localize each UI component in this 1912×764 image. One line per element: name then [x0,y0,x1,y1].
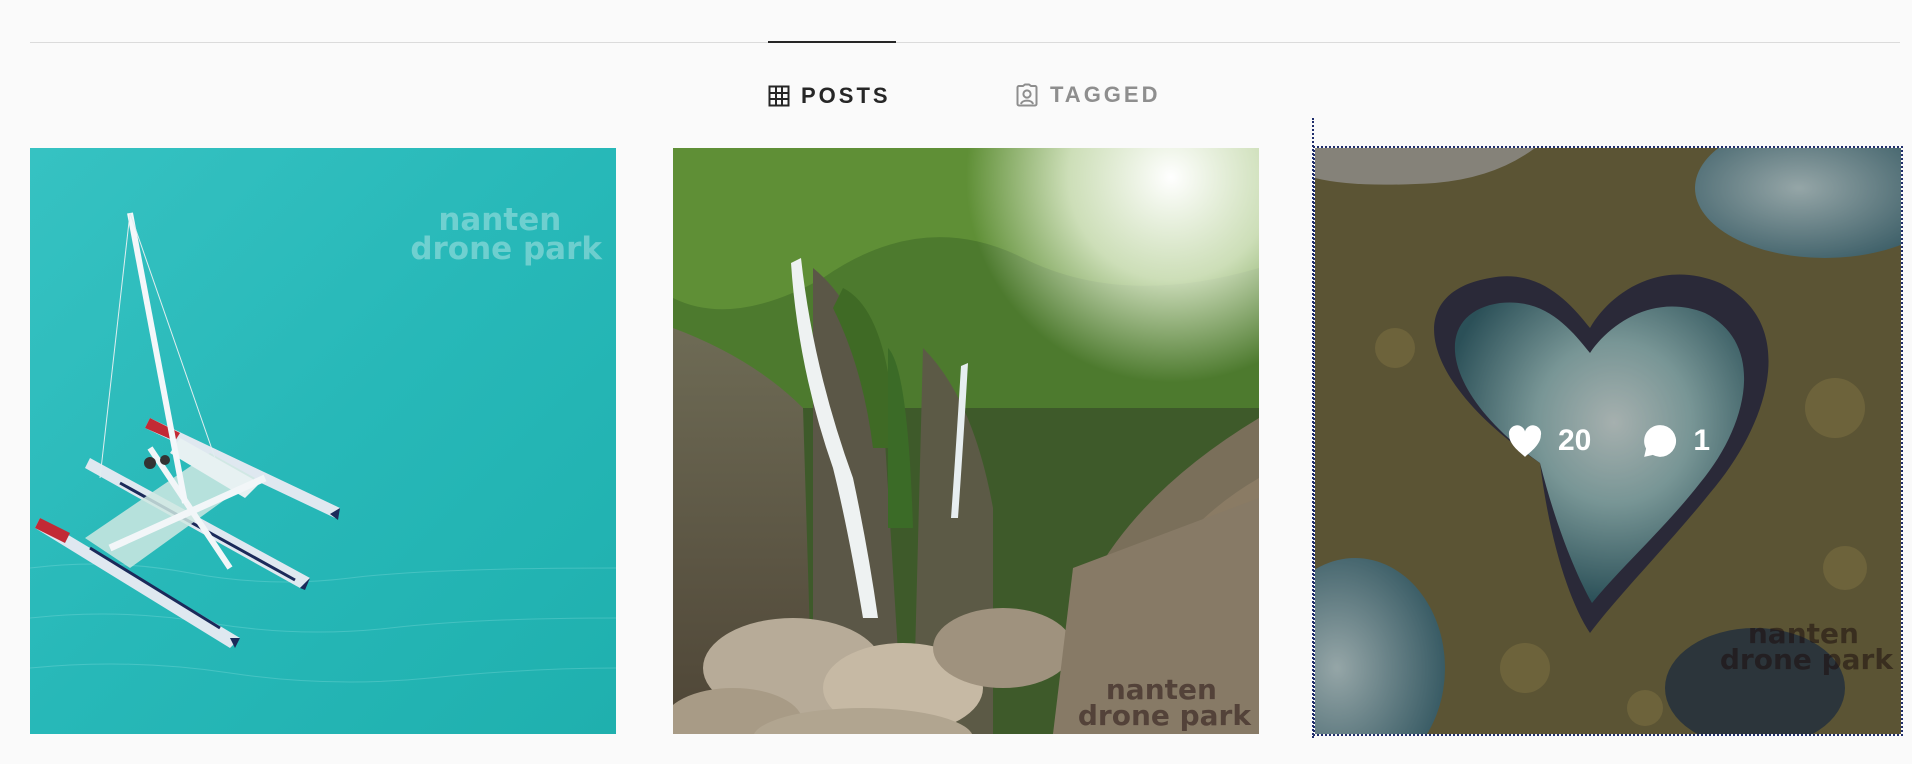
tab-tagged-label: TAGGED [1050,82,1161,107]
tab-posts-label: POSTS [801,83,891,108]
post-hover-overlay: 20 1 [1315,148,1901,734]
tab-tagged[interactable]: TAGGED [1015,42,1160,148]
drone-park-watermark: nanten drone park [410,202,602,268]
post-thumbnail-waterfall[interactable]: nanten drone park [673,148,1259,734]
heart-icon [1506,423,1544,459]
waterfall-photo [673,148,1259,734]
grid-icon [768,85,790,107]
comments-count: 1 [1641,422,1710,460]
likes-count-value: 20 [1557,424,1592,457]
comments-count-value: 1 [1693,424,1711,457]
post-thumbnail-heart-pool[interactable]: nanten drone park 20 1 [1313,146,1903,736]
tab-posts[interactable]: POSTS [768,41,896,149]
likes-count: 20 [1506,423,1591,459]
drone-park-watermark: nanten drone park [1077,672,1251,733]
post-thumbnail-catamaran[interactable]: nanten drone park [30,148,616,734]
comment-bubble-icon [1641,422,1679,460]
tagged-user-icon [1015,83,1039,107]
profile-tab-bar: POSTS TAGGED [0,41,1912,149]
focus-indicator [1312,118,1314,738]
